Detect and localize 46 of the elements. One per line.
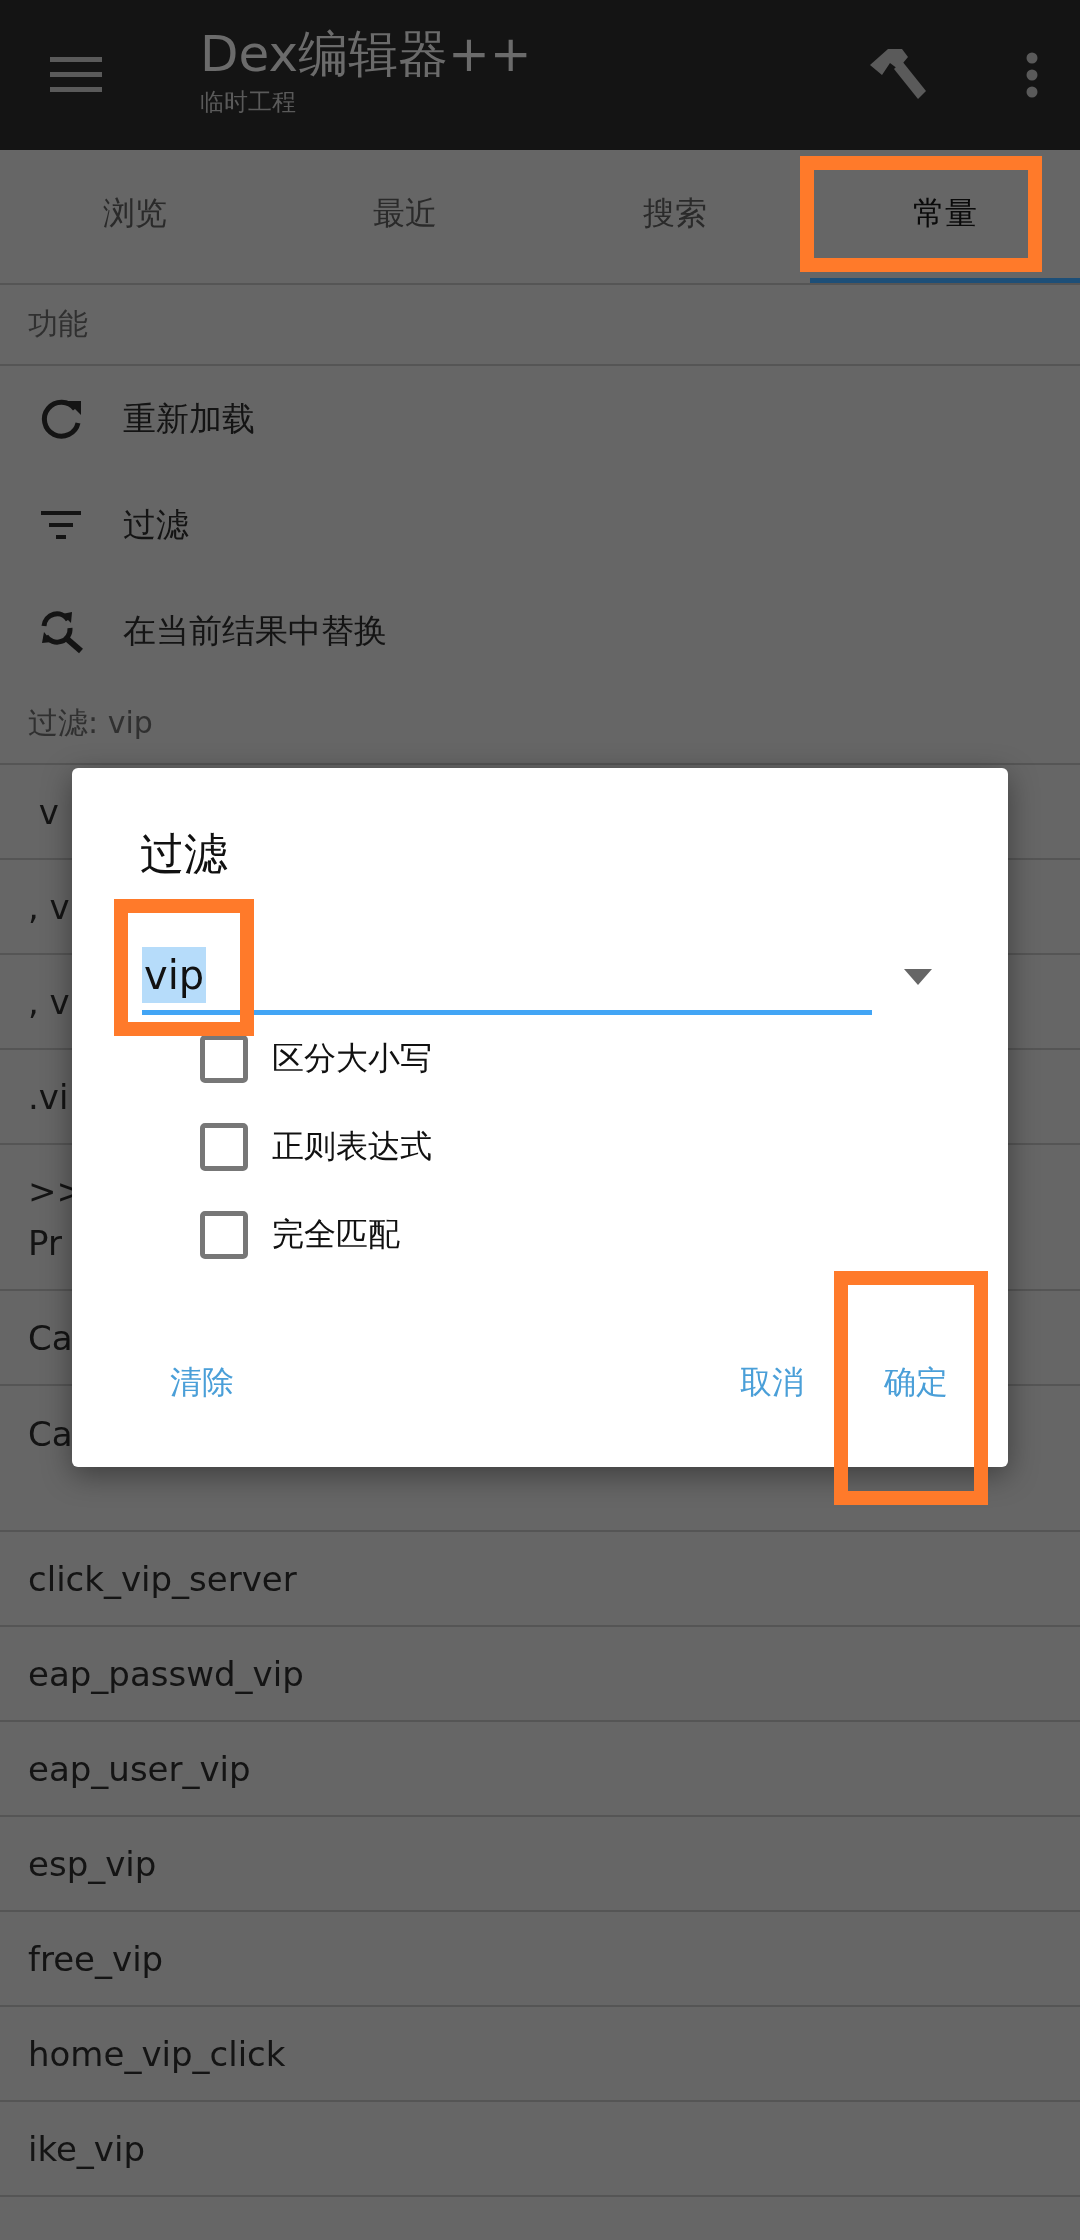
result-text: esp_vip <box>28 1842 157 1886</box>
tab[interactable]: 浏览 <box>0 150 270 283</box>
checkbox[interactable] <box>200 1211 248 1259</box>
menu-item-label: 重新加载 <box>123 397 255 440</box>
result-text: , v <box>28 980 70 1024</box>
result-text: v <box>37 790 59 834</box>
result-text: eap_passwd_vip <box>28 1652 304 1696</box>
menu-icon[interactable] <box>50 57 102 93</box>
result-text: click_vip_server <box>28 1557 297 1601</box>
result-text: .vi <box>28 1075 69 1119</box>
result-row[interactable]: ike_vip <box>0 2102 1080 2197</box>
result-text: free_vip <box>28 1937 164 1981</box>
result-text: home_vip_click <box>28 2032 286 2076</box>
clear-button[interactable]: 清除 <box>140 1341 264 1425</box>
result-row[interactable]: eap_passwd_vip <box>0 1627 1080 1722</box>
tab[interactable]: 常量 <box>810 150 1080 283</box>
more-icon[interactable] <box>1026 52 1038 98</box>
result-row[interactable]: esp_vip <box>0 1817 1080 1912</box>
menu-item[interactable]: 过滤 <box>0 472 1080 578</box>
dialog-button[interactable]: 确定 <box>854 1341 978 1425</box>
result-row[interactable]: eap_user_vip <box>0 1722 1080 1817</box>
result-row[interactable]: free_vip <box>0 1912 1080 2007</box>
checkbox[interactable] <box>200 1123 248 1171</box>
result-text: eap_user_vip <box>28 1747 251 1791</box>
checkbox-label: 完全匹配 <box>272 1214 400 1255</box>
dropdown-caret-icon[interactable] <box>904 969 932 985</box>
result-row[interactable]: home_vip_click <box>0 2007 1080 2102</box>
menu-item-label: 在当前结果中替换 <box>123 609 387 652</box>
result-text: ike_vip <box>28 2127 145 2171</box>
tab[interactable]: 搜索 <box>540 150 810 283</box>
menu-item-label: 过滤 <box>123 503 189 546</box>
menu-item[interactable]: 在当前结果中替换 <box>0 578 1080 684</box>
result-text: , v <box>28 885 70 929</box>
app-title: Dex编辑器++ <box>200 24 533 85</box>
result-row[interactable]: click_vip_server <box>0 1532 1080 1627</box>
result-text: Ca <box>28 1316 73 1360</box>
app-subtitle: 临时工程 <box>200 87 297 118</box>
tab[interactable]: 最近 <box>270 150 540 283</box>
result-text: Ca <box>28 1413 73 1456</box>
checkbox-label: 区分大小写 <box>272 1038 432 1079</box>
dialog-title: 过滤 <box>140 827 229 881</box>
checkbox[interactable] <box>200 1035 248 1083</box>
dialog-button[interactable]: 取消 <box>710 1341 834 1425</box>
menu-item[interactable]: 重新加载 <box>0 366 1080 472</box>
checkbox-label: 正则表达式 <box>272 1126 432 1167</box>
filter-input-field[interactable]: vip <box>142 939 872 1015</box>
